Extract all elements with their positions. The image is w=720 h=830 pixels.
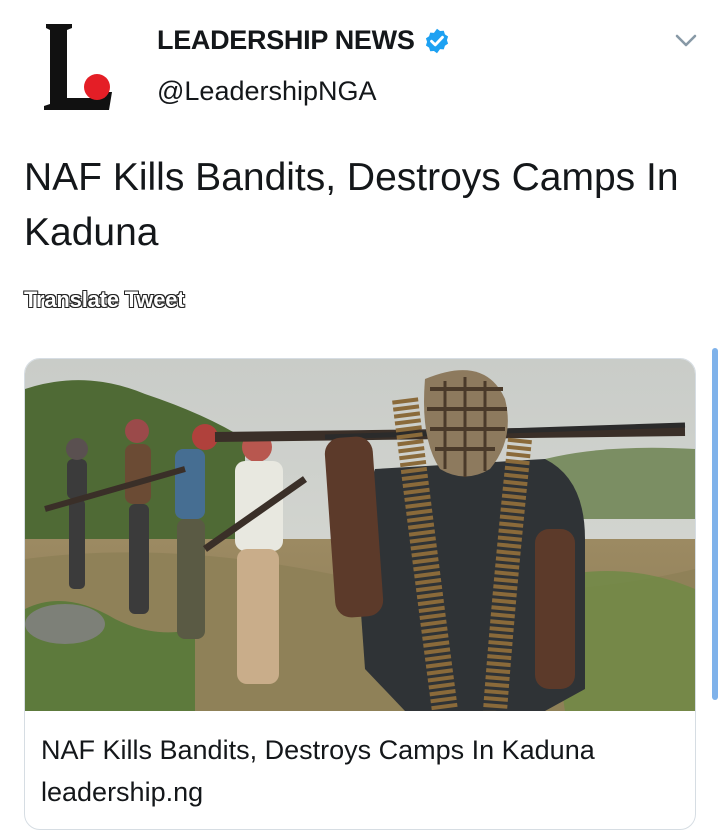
translate-tweet-link[interactable]: Translate Tweet xyxy=(24,287,185,313)
armed-men-photo xyxy=(25,359,695,711)
tweet-header: LEADERSHIP NEWS @LeadershipNGA xyxy=(0,0,720,130)
link-card-domain: leadership.ng xyxy=(41,777,204,807)
author-name-row[interactable]: LEADERSHIP NEWS xyxy=(157,25,451,56)
author-handle[interactable]: @LeadershipNGA xyxy=(157,76,377,107)
link-card[interactable]: NAF Kills Bandits, Destroys Camps In Kad… xyxy=(24,358,696,830)
tweet-text: NAF Kills Bandits, Destroys Camps In Kad… xyxy=(24,156,679,254)
avatar[interactable] xyxy=(34,14,134,114)
verified-badge-icon xyxy=(425,28,448,53)
chevron-down-icon[interactable] xyxy=(672,28,700,52)
link-card-title: NAF Kills Bandits, Destroys Camps In Kad… xyxy=(41,735,595,765)
scrollbar[interactable] xyxy=(712,348,718,700)
author-name[interactable]: LEADERSHIP NEWS xyxy=(157,25,415,56)
